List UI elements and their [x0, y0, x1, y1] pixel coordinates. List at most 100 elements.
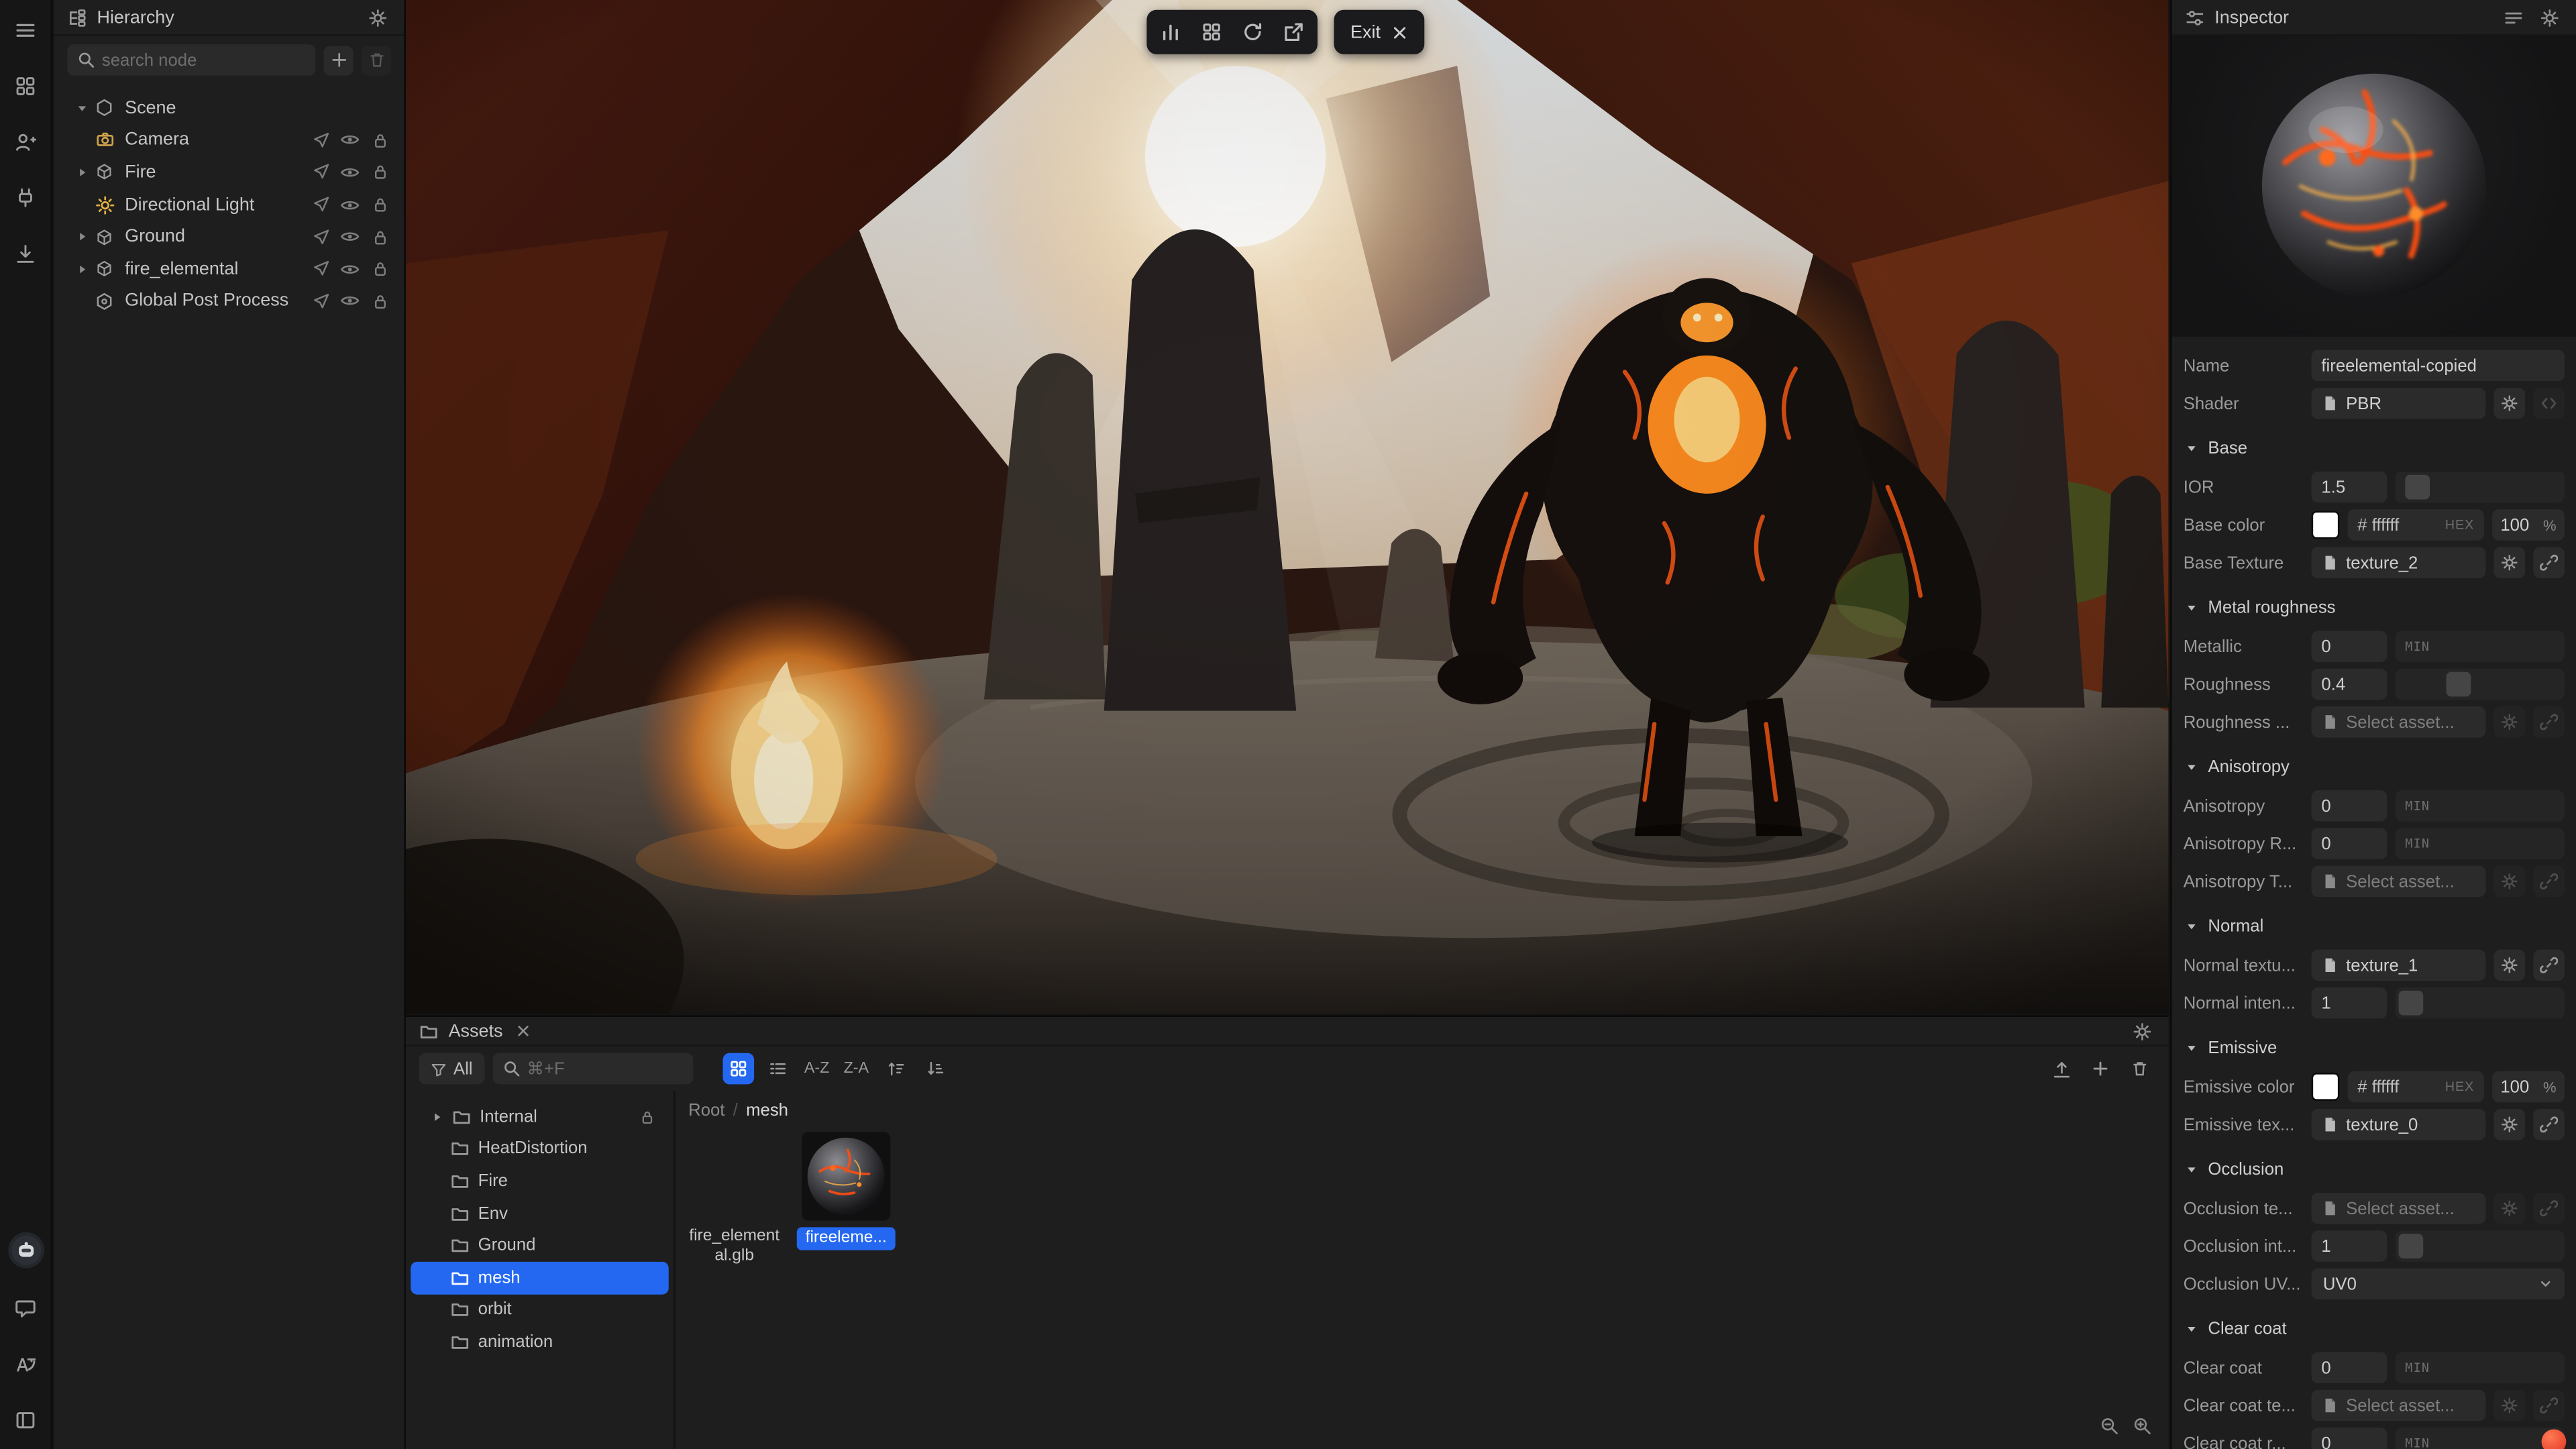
- assets-close-icon[interactable]: [513, 1020, 534, 1042]
- asset-item-material-selected[interactable]: fireeleme...: [800, 1132, 892, 1250]
- visibility-eye-icon[interactable]: [338, 129, 361, 152]
- alpha-input[interactable]: 100 %: [2492, 509, 2565, 541]
- anisotropy-input[interactable]: [2312, 790, 2387, 822]
- assets-search-input[interactable]: [527, 1059, 683, 1078]
- occlusion-intensity-slider[interactable]: [2396, 1230, 2565, 1262]
- visibility-eye-icon[interactable]: [338, 161, 361, 184]
- section-normal[interactable]: Normal: [2172, 907, 2576, 947]
- texture-select-button[interactable]: Select asset...: [2312, 706, 2486, 738]
- zoom-in-icon[interactable]: [2129, 1413, 2155, 1439]
- section-metal-roughness[interactable]: Metal roughness: [2172, 588, 2576, 628]
- folder-ground[interactable]: Ground: [411, 1230, 668, 1262]
- folder-env[interactable]: Env: [411, 1197, 668, 1230]
- clear-coat-slider[interactable]: MIN: [2396, 1352, 2565, 1384]
- locate-icon[interactable]: [309, 290, 331, 313]
- clear-coat-input[interactable]: [2312, 1352, 2387, 1384]
- texture-select-button[interactable]: texture_1: [2312, 950, 2486, 981]
- folder-internal[interactable]: Internal: [411, 1101, 668, 1133]
- visibility-eye-icon[interactable]: [338, 290, 361, 313]
- hierarchy-settings-gear-icon[interactable]: [365, 4, 391, 30]
- unlink-icon[interactable]: [2533, 547, 2565, 579]
- section-base[interactable]: Base: [2172, 429, 2576, 468]
- hierarchy-search[interactable]: [67, 44, 315, 76]
- lock-icon[interactable]: [368, 290, 391, 313]
- clear-coat-roughness-slider[interactable]: MIN: [2396, 1428, 2565, 1449]
- close-icon[interactable]: [1392, 24, 1408, 40]
- normal-intensity-slider[interactable]: [2396, 987, 2565, 1019]
- grid-view-button[interactable]: [722, 1053, 754, 1085]
- upload-icon[interactable]: [2045, 1053, 2077, 1085]
- locate-icon[interactable]: [309, 225, 331, 248]
- folder-fire[interactable]: Fire: [411, 1165, 668, 1197]
- code-icon[interactable]: [2533, 388, 2565, 419]
- sort-desc-icon[interactable]: [920, 1053, 951, 1085]
- ior-slider[interactable]: [2396, 472, 2565, 503]
- texture-select-button[interactable]: texture_2: [2312, 547, 2486, 579]
- locate-icon[interactable]: [309, 193, 331, 216]
- delete-node-button[interactable]: [362, 45, 391, 74]
- lock-icon[interactable]: [368, 161, 391, 184]
- gear-icon[interactable]: [2494, 1193, 2526, 1224]
- locate-icon[interactable]: [309, 258, 331, 280]
- folder-mesh[interactable]: mesh: [411, 1262, 668, 1294]
- metallic-input[interactable]: [2312, 631, 2387, 662]
- chevron-down-icon[interactable]: [70, 101, 92, 115]
- hierarchy-node-scene[interactable]: Scene: [54, 92, 405, 124]
- panel-icon[interactable]: [9, 1403, 42, 1436]
- assets-settings-gear-icon[interactable]: [2129, 1018, 2155, 1044]
- unlink-icon[interactable]: [2533, 1109, 2565, 1140]
- chevron-right-icon[interactable]: [70, 230, 92, 244]
- hierarchy-node-global-post-process[interactable]: Global Post Process: [54, 285, 405, 317]
- download-icon[interactable]: [9, 237, 42, 270]
- inspector-settings-gear-icon[interactable]: [2536, 4, 2563, 30]
- anisotropy-slider[interactable]: MIN: [2396, 790, 2565, 822]
- visibility-eye-icon[interactable]: [338, 225, 361, 248]
- gear-icon[interactable]: [2494, 388, 2526, 419]
- unlink-icon[interactable]: [2533, 950, 2565, 981]
- gear-icon[interactable]: [2494, 950, 2526, 981]
- hierarchy-node-fire-elemental[interactable]: fire_elemental: [54, 253, 405, 285]
- hex-input[interactable]: # ffffff HEX: [2348, 1071, 2484, 1103]
- apps-icon[interactable]: [9, 69, 42, 102]
- open-external-icon[interactable]: [1273, 13, 1314, 51]
- hierarchy-search-input[interactable]: [102, 50, 306, 70]
- gizmo-grid-icon[interactable]: [1191, 13, 1232, 51]
- plugin-icon[interactable]: [9, 180, 42, 213]
- lock-icon[interactable]: [368, 258, 391, 280]
- sort-za-button[interactable]: Z-A: [841, 1053, 872, 1085]
- unlink-icon[interactable]: [2533, 1390, 2565, 1421]
- normal-intensity-input[interactable]: [2312, 987, 2387, 1019]
- assets-search[interactable]: [492, 1053, 693, 1085]
- visibility-eye-icon[interactable]: [338, 193, 361, 216]
- alpha-input[interactable]: 100 %: [2492, 1071, 2565, 1103]
- section-anisotropy[interactable]: Anisotropy: [2172, 747, 2576, 787]
- delete-asset-button[interactable]: [2125, 1053, 2156, 1085]
- material-preview[interactable]: [2172, 36, 2576, 337]
- folder-heatdistortion[interactable]: HeatDistortion: [411, 1133, 668, 1165]
- hierarchy-node-camera[interactable]: Camera: [54, 124, 405, 156]
- unlink-icon[interactable]: [2533, 1193, 2565, 1224]
- community-icon[interactable]: [9, 125, 42, 158]
- hierarchy-node-directional-light[interactable]: Directional Light: [54, 189, 405, 221]
- name-input[interactable]: [2312, 350, 2565, 382]
- texture-select-button[interactable]: Select asset...: [2312, 1193, 2486, 1224]
- inspector-menu-icon[interactable]: [2500, 4, 2526, 30]
- breadcrumb-root[interactable]: Root: [688, 1101, 724, 1120]
- roughness-input[interactable]: [2312, 669, 2387, 700]
- gear-icon[interactable]: [2494, 1109, 2526, 1140]
- occlusion-uv-select[interactable]: UV0: [2312, 1269, 2565, 1300]
- user-avatar[interactable]: [7, 1232, 44, 1269]
- gear-icon[interactable]: [2494, 706, 2526, 738]
- folder-animation[interactable]: animation: [411, 1326, 668, 1358]
- sort-asc-icon[interactable]: [880, 1053, 912, 1085]
- exit-button[interactable]: Exit: [1334, 10, 1426, 54]
- texture-select-button[interactable]: Select asset...: [2312, 866, 2486, 898]
- clear-coat-roughness-input[interactable]: [2312, 1428, 2387, 1449]
- stats-icon[interactable]: [1150, 13, 1191, 51]
- lock-icon[interactable]: [368, 129, 391, 152]
- chat-icon[interactable]: [9, 1291, 42, 1324]
- folder-orbit[interactable]: orbit: [411, 1294, 668, 1326]
- menu-icon[interactable]: [9, 13, 42, 46]
- ior-input[interactable]: [2312, 472, 2387, 503]
- zoom-out-icon[interactable]: [2096, 1413, 2123, 1439]
